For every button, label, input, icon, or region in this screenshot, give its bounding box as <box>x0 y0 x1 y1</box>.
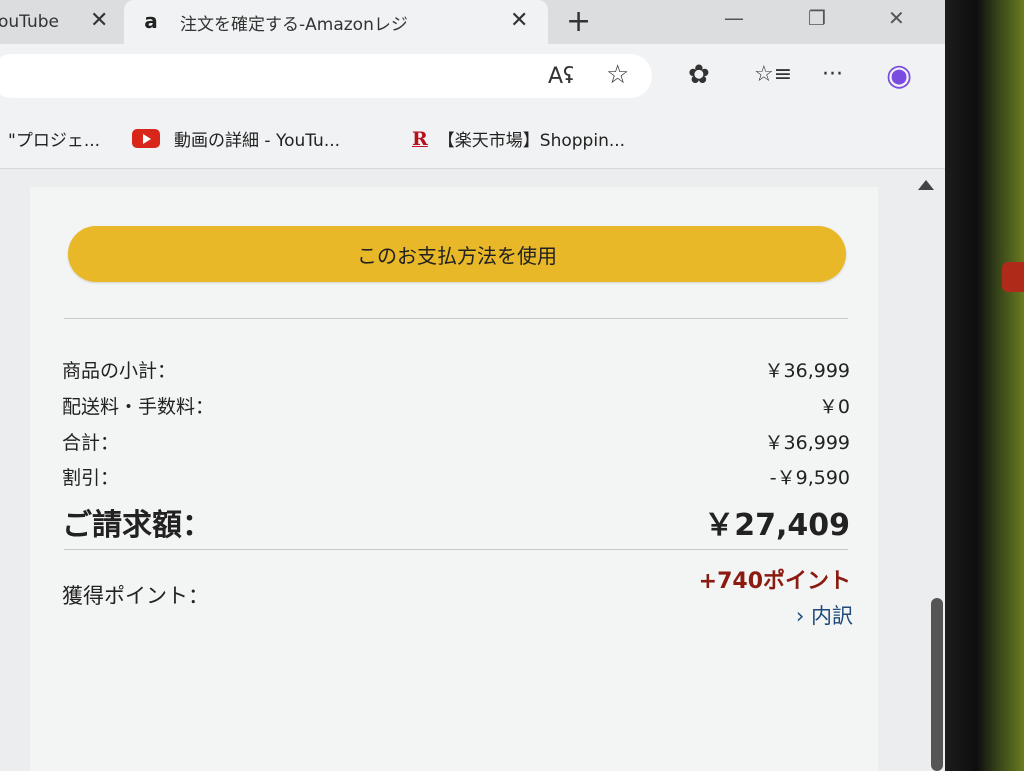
read-aloud-icon[interactable]: Aʢ <box>548 64 574 89</box>
discount-row: 割引： -￥9,590 <box>62 463 850 490</box>
shipping-row: 配送料・手数料： ￥0 <box>62 392 850 419</box>
tab-title: 注文を確定する-Amazonレジ <box>180 14 408 35</box>
scrollbar-thumb[interactable] <box>931 598 943 771</box>
rakuten-icon: R <box>412 127 428 150</box>
tab-strip: ouTube ✕ a 注文を確定する-Amazonレジ ✕ + — ❐ ✕ <box>0 0 945 44</box>
favorite-label: "プロジェ... <box>8 131 101 151</box>
amazon-favicon-icon: a <box>144 9 158 33</box>
address-bar-row: Aʢ ☆ ✿ ☆≡ ··· ◉ <box>0 44 945 108</box>
favorite-label: 動画の詳細 - YouTu... <box>174 131 341 151</box>
youtube-icon <box>132 129 160 148</box>
subtotal-row: 商品の小計： ￥36,999 <box>62 356 850 383</box>
order-total-row: ご請求額： ￥27,409 <box>62 500 850 544</box>
new-tab-button[interactable]: + <box>566 4 591 39</box>
favorites-list-icon[interactable]: ☆≡ <box>754 62 792 87</box>
divider <box>64 318 848 319</box>
divider <box>64 549 848 550</box>
extensions-icon[interactable]: ✿ <box>688 60 710 90</box>
sum-value: ￥36,999 <box>764 432 850 454</box>
device-bezel <box>945 0 1024 771</box>
close-icon[interactable]: ✕ <box>510 8 528 33</box>
favorite-item-project[interactable]: "プロジェ... <box>8 126 100 151</box>
minimize-button[interactable]: — <box>724 6 744 30</box>
favorite-item-rakuten[interactable]: R 【楽天市場】Shoppin... <box>412 126 626 152</box>
subtotal-value: ￥36,999 <box>764 360 850 382</box>
scroll-up-arrow-icon[interactable] <box>918 180 934 190</box>
points-breakdown-link[interactable]: › 内訳 <box>796 600 853 630</box>
shipping-label: 配送料・手数料： <box>62 396 215 418</box>
tab-amazon-checkout[interactable]: a 注文を確定する-Amazonレジ ✕ <box>124 0 548 44</box>
copilot-icon[interactable]: ◉ <box>886 58 912 93</box>
points-value: +740ポイント <box>698 569 851 594</box>
order-total-value: ￥27,409 <box>704 508 850 543</box>
tab-title: ouTube <box>0 12 60 32</box>
background-object <box>1002 262 1024 292</box>
shipping-value: ￥0 <box>818 396 850 418</box>
order-total-label: ご請求額： <box>62 508 212 543</box>
subtotal-label: 商品の小計： <box>62 360 177 382</box>
use-payment-method-button[interactable]: このお支払方法を使用 <box>68 226 846 282</box>
points-label: 獲得ポイント： <box>62 584 209 608</box>
favorite-star-icon[interactable]: ☆ <box>606 60 629 90</box>
favorites-bar: "プロジェ... 動画の詳細 - YouTu... R 【楽天市場】Shoppi… <box>0 108 945 169</box>
close-icon[interactable]: ✕ <box>90 8 108 33</box>
more-icon[interactable]: ··· <box>822 62 843 87</box>
discount-label: 割引： <box>62 467 120 489</box>
favorite-label: 【楽天市場】Shoppin... <box>437 131 626 151</box>
window-close-button[interactable]: ✕ <box>888 6 905 30</box>
favorite-item-youtube[interactable]: 動画の詳細 - YouTu... <box>132 126 340 151</box>
sum-label: 合計： <box>62 432 120 454</box>
browser-window: ouTube ✕ a 注文を確定する-Amazonレジ ✕ + — ❐ ✕ Aʢ… <box>0 0 945 771</box>
maximize-button[interactable]: ❐ <box>808 6 826 30</box>
discount-value: -￥9,590 <box>769 467 850 489</box>
sum-row: 合計： ￥36,999 <box>62 428 850 455</box>
tab-youtube[interactable]: ouTube ✕ <box>0 0 122 44</box>
